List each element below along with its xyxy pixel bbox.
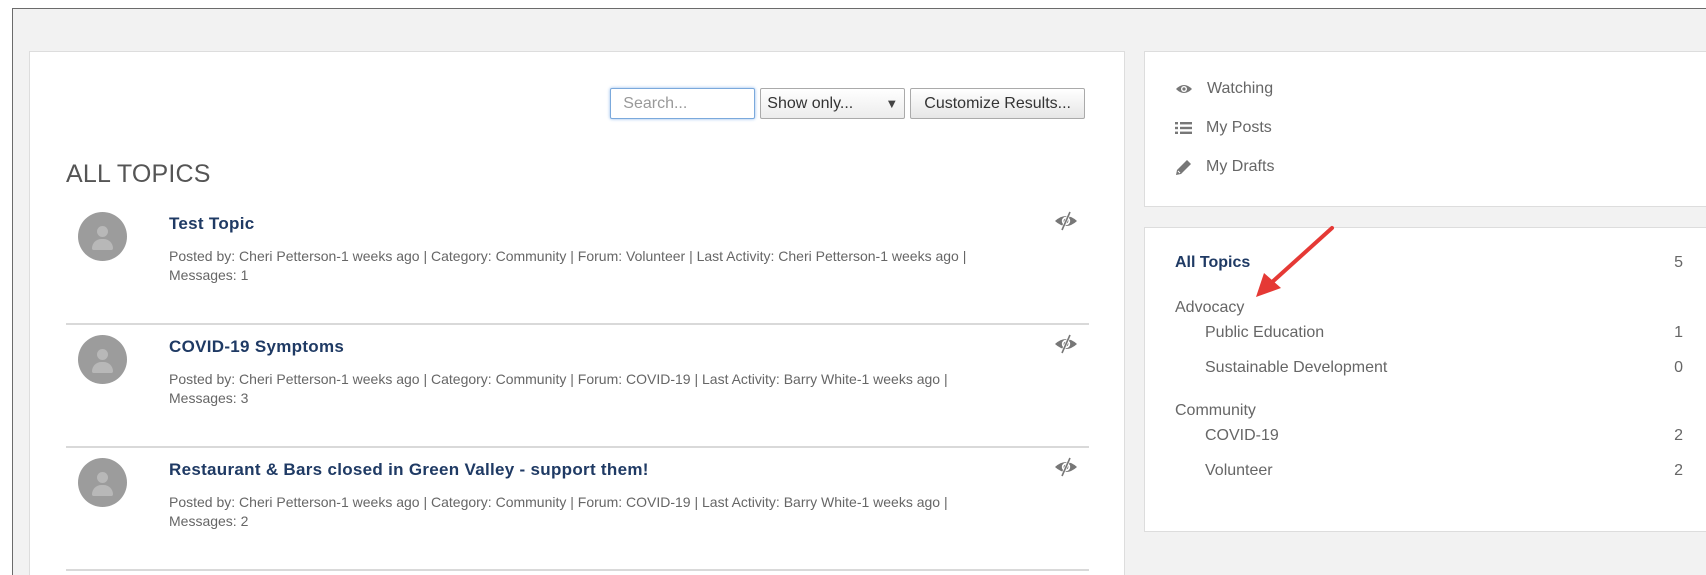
topic-title-link[interactable]: COVID-19 Symptoms — [169, 337, 344, 357]
watching-label: Watching — [1207, 80, 1274, 97]
my-activity-panel: Watching My Posts My Drafts — [1144, 51, 1706, 207]
avatar-body-shape — [92, 239, 113, 250]
my-drafts-label: My Drafts — [1206, 158, 1275, 175]
forum-label: Public Education — [1205, 324, 1325, 341]
forum-count: 2 — [1674, 462, 1683, 479]
forum-item-covid-19[interactable]: COVID-19 2 — [1205, 427, 1683, 445]
avatar[interactable] — [78, 458, 127, 507]
category-label: All Topics — [1175, 254, 1251, 271]
pencil-icon — [1175, 159, 1192, 175]
page-title: ALL TOPICS — [66, 160, 211, 188]
watching-link[interactable]: Watching — [1175, 80, 1273, 98]
forum-label: COVID-19 — [1205, 427, 1279, 444]
forum-item-sustainable-development[interactable]: Sustainable Development 0 — [1205, 359, 1683, 377]
categories-panel: All Topics 5 Advocacy Public Education 1… — [1144, 227, 1706, 532]
forum-label: Volunteer — [1205, 462, 1273, 479]
topics-toolbar: Show only... ▼ Customize Results... — [610, 88, 1085, 119]
topic-title-link[interactable]: Restaurant & Bars closed in Green Valley… — [169, 460, 649, 480]
avatar-head-shape — [97, 226, 108, 237]
topic-meta: Posted by: Cheri Petterson-1 weeks ago |… — [169, 371, 948, 406]
unwatch-eye-icon[interactable] — [1053, 210, 1079, 232]
my-posts-link[interactable]: My Posts — [1175, 119, 1272, 137]
search-input[interactable] — [610, 88, 756, 119]
category-group-label: Community — [1175, 402, 1256, 419]
topic-row: Test Topic Posted by: Cheri Petterson-1 … — [66, 202, 1089, 325]
my-drafts-link[interactable]: My Drafts — [1175, 158, 1274, 176]
list-icon — [1175, 121, 1192, 135]
forum-item-volunteer[interactable]: Volunteer 2 — [1205, 462, 1683, 480]
caret-down-icon: ▼ — [885, 96, 899, 111]
topic-meta: Posted by: Cheri Petterson-1 weeks ago |… — [169, 494, 948, 529]
category-group-community[interactable]: Community — [1175, 402, 1683, 420]
avatar-body-shape — [92, 362, 113, 373]
avatar-head-shape — [97, 472, 108, 483]
show-only-select[interactable]: Show only... ▼ — [760, 88, 906, 119]
avatar-head-shape — [97, 349, 108, 360]
topics-panel: Show only... ▼ Customize Results... ALL … — [29, 51, 1125, 575]
customize-results-button[interactable]: Customize Results... — [910, 88, 1085, 119]
avatar[interactable] — [78, 335, 127, 384]
forum-item-public-education[interactable]: Public Education 1 — [1205, 324, 1683, 342]
forum-count: 0 — [1674, 359, 1683, 376]
forum-label: Sustainable Development — [1205, 359, 1388, 376]
topic-title-link[interactable]: Test Topic — [169, 214, 255, 234]
show-only-label: Show only... — [767, 94, 854, 112]
category-count: 5 — [1674, 254, 1683, 271]
unwatch-eye-icon[interactable] — [1053, 456, 1079, 478]
my-posts-label: My Posts — [1206, 119, 1272, 136]
topic-row: COVID-19 Symptoms Posted by: Cheri Pette… — [66, 325, 1089, 448]
annotation-arrow-icon — [1256, 226, 1334, 297]
unwatch-eye-icon[interactable] — [1053, 333, 1079, 355]
avatar[interactable] — [78, 212, 127, 261]
topic-meta: Posted by: Cheri Petterson-1 weeks ago |… — [169, 248, 967, 283]
forum-count: 2 — [1674, 427, 1683, 444]
avatar-body-shape — [92, 485, 113, 496]
eye-icon — [1175, 82, 1193, 96]
category-group-label: Advocacy — [1175, 299, 1245, 316]
forum-count: 1 — [1674, 324, 1683, 341]
topic-row: Restaurant & Bars closed in Green Valley… — [66, 448, 1089, 571]
